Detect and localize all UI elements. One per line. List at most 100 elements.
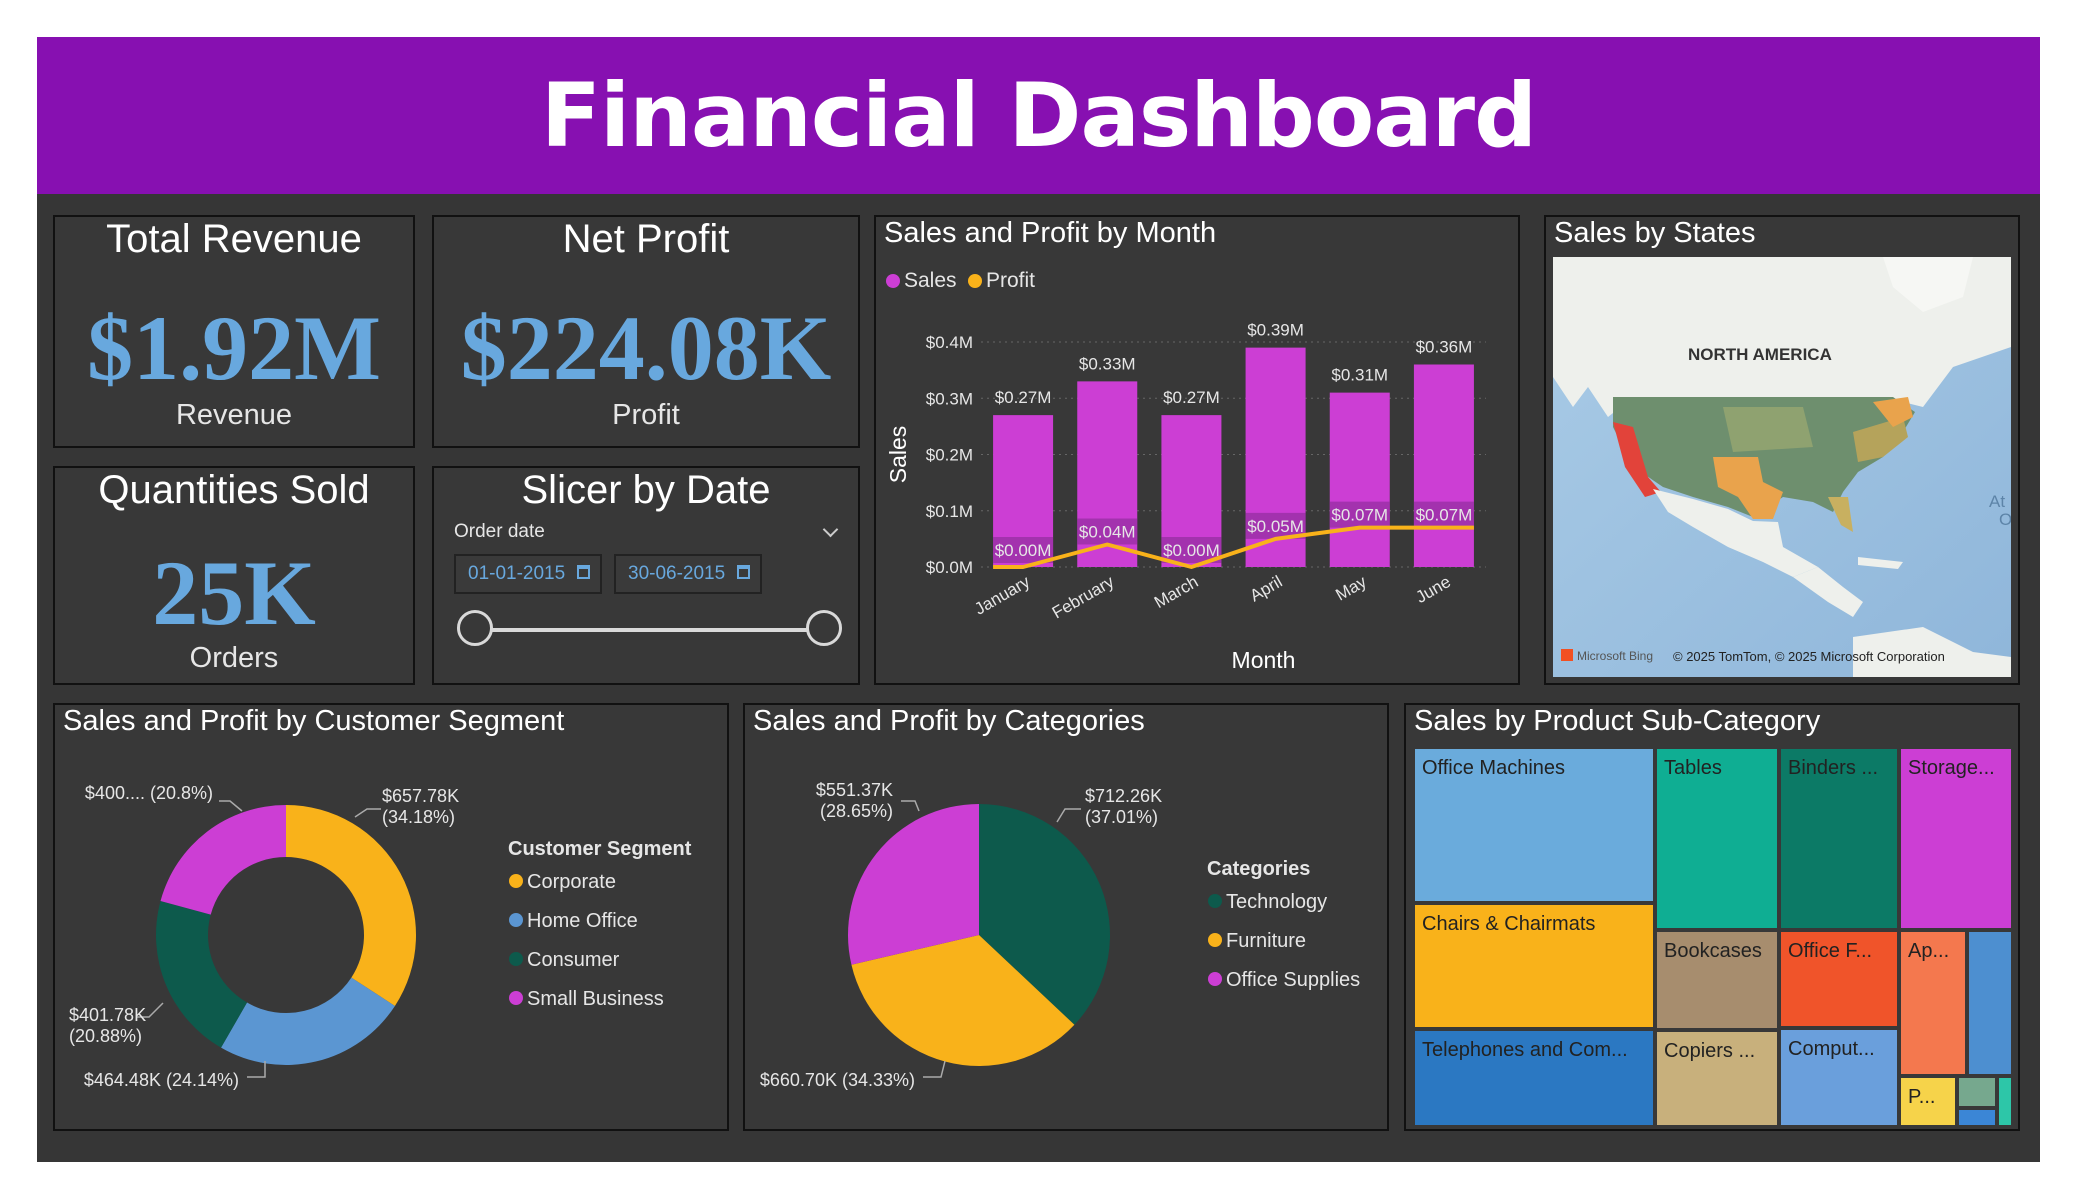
treemap-cell-label: Storage... [1908, 757, 1995, 779]
us-states-map[interactable]: NORTH AMERICA At O Microsoft Bing © 2025… [1553, 257, 2011, 677]
treemap-cell-label: Binders ... [1788, 757, 1879, 779]
x-tick-label: March [1151, 572, 1201, 612]
profit-data-label: $0.00M [1163, 541, 1220, 560]
treemap-cell[interactable] [1967, 930, 2013, 1076]
legend-entry: Corporate [527, 871, 616, 893]
leader-line [219, 800, 243, 812]
treemap-cell[interactable]: Telephones and Com... [1413, 1029, 1655, 1127]
pie-slice [160, 805, 286, 915]
sales-data-label: $0.36M [1416, 338, 1473, 357]
treemap-cell-label: Office F... [1788, 940, 1873, 962]
legend-entry: Home Office [527, 910, 638, 932]
treemap-cell[interactable]: Tables [1655, 747, 1779, 930]
sales-bar [1413, 364, 1474, 567]
legend-entry: Technology [1226, 891, 1327, 913]
continent-label: NORTH AMERICA [1688, 345, 1832, 364]
treemap-cell-label: Office Machines [1422, 757, 1566, 779]
leader-line [354, 808, 381, 818]
range-start-handle[interactable] [457, 610, 493, 646]
treemap-cell[interactable]: Comput... [1779, 1028, 1899, 1127]
chart-title: Sales by States [1554, 217, 1756, 249]
legend-dot [509, 991, 523, 1005]
state-midwest [1723, 407, 1813, 452]
treemap-cell[interactable] [1997, 1076, 2013, 1127]
chevron-down-icon[interactable] [822, 521, 839, 538]
subcategory-treemap[interactable]: Office Machines Chairs & Chairmats Telepho… [1413, 747, 2013, 1127]
kpi-value: 25K [152, 542, 316, 644]
end-date-value: 30-06-2015 [628, 563, 726, 584]
pie-slice [221, 977, 395, 1065]
kpi-label: Revenue [175, 399, 293, 431]
map-attribution-brand: Microsoft Bing [1577, 649, 1653, 663]
treemap-cell[interactable]: Binders ... [1779, 747, 1899, 930]
start-date-input[interactable]: 01-01-2015 [454, 554, 602, 594]
segment-donut-chart[interactable]: $657.78K(34.18%) $464.48K (24.14%) $401.78… [55, 705, 727, 1129]
net-profit-card[interactable]: Net Profit $224.08K Profit [432, 215, 860, 448]
treemap-cell-label: Copiers ... [1664, 1040, 1756, 1062]
slice-label: (34.18%) [382, 807, 455, 827]
legend-dot [509, 913, 523, 927]
slice-label: $551.37K [816, 780, 893, 800]
profit-data-label: $0.04M [1079, 523, 1136, 542]
calendar-icon[interactable] [577, 565, 590, 579]
categories-card[interactable]: Sales and Profit by Categories $712.26K(… [743, 703, 1389, 1131]
total-revenue-card[interactable]: Total Revenue $1.92M Revenue [53, 215, 415, 448]
treemap-cell[interactable]: Copiers ... [1655, 1030, 1779, 1127]
end-date-input[interactable]: 30-06-2015 [614, 554, 762, 594]
quantities-sold-card[interactable]: Quantities Sold 25K Orders [53, 466, 415, 685]
treemap-cell[interactable] [1957, 1076, 1997, 1108]
profit-data-label: $0.05M [1247, 517, 1304, 536]
subcategory-treemap-card[interactable]: Sales by Product Sub-Category Office Mac… [1404, 703, 2020, 1131]
treemap-cell[interactable]: Storage... [1899, 747, 2013, 930]
sales-data-label: $0.39M [1247, 321, 1304, 340]
date-range-track[interactable] [478, 628, 818, 632]
treemap-cell[interactable] [1957, 1108, 1997, 1127]
title-banner: Financial Dashboard [37, 37, 2040, 194]
month-chart-card[interactable]: Sales and Profit by Month Sales Profit $… [874, 215, 1520, 685]
y-tick-label: $0.1M [926, 502, 973, 521]
slice-label: $464.48K (24.14%) [84, 1070, 239, 1090]
treemap-cell-label: P... [1908, 1086, 1936, 1108]
slice-label: $401.78K [69, 1005, 146, 1025]
profit-line [993, 525, 1474, 569]
slice-label: $400.... (20.8%) [85, 783, 213, 803]
calendar-icon[interactable] [737, 565, 750, 579]
slice-label: (28.65%) [820, 801, 893, 821]
kpi-title: Total Revenue [106, 217, 362, 261]
x-axis-title: Month [1232, 647, 1296, 673]
legend-dot [1208, 933, 1222, 947]
leader-line [923, 1060, 946, 1078]
treemap-cell[interactable]: Chairs & Chairmats [1413, 903, 1655, 1029]
customer-segment-card[interactable]: Sales and Profit by Customer Segment $65… [53, 703, 729, 1131]
categories-pie-chart[interactable]: $712.26K(37.01%) $660.70K (34.33%) $551.37… [745, 705, 1387, 1129]
treemap-cell[interactable]: Office F... [1779, 930, 1899, 1028]
month-chart-plot[interactable]: $0.0M $0.1M $0.2M $0.3M $0.4M Sales Month $0.27… [876, 217, 1518, 683]
profit-data-label: $0.07M [1331, 506, 1388, 525]
treemap-cell-label: Bookcases [1664, 940, 1762, 962]
treemap-cell[interactable]: Office Machines [1413, 747, 1655, 903]
legend-dot [509, 874, 523, 888]
chart-title: Sales by Product Sub-Category [1414, 705, 1821, 737]
treemap-cell-label: Tables [1664, 757, 1722, 779]
map-card[interactable]: Sales by States NORTH AMERICA At O Micro… [1544, 215, 2020, 685]
slice-label: (20.88%) [69, 1026, 142, 1046]
y-axis-title: Sales [885, 426, 911, 484]
leader-line [247, 1061, 266, 1078]
kpi-label: Profit [612, 399, 680, 431]
date-slicer-card[interactable]: Slicer by Date Order date 01-01-2015 30-… [432, 466, 860, 685]
treemap-cell[interactable]: P... [1899, 1076, 1957, 1127]
slicer-field-label: Order date [454, 521, 545, 542]
leader-line [1056, 808, 1081, 823]
slice-label: (37.01%) [1085, 807, 1158, 827]
treemap-cell-label: Telephones and Com... [1422, 1039, 1628, 1061]
legend-entry: Small Business [527, 988, 664, 1010]
treemap-cell-label: Comput... [1788, 1038, 1875, 1060]
range-end-handle[interactable] [806, 610, 842, 646]
treemap-cell[interactable]: Bookcases [1655, 930, 1779, 1030]
treemap-cell[interactable]: Ap... [1899, 930, 1967, 1076]
legend-entry: Office Supplies [1226, 969, 1360, 991]
kpi-value: $224.08K [460, 297, 832, 399]
kpi-title: Net Profit [562, 217, 730, 261]
x-tick-label: May [1332, 572, 1370, 605]
dashboard-title: Financial Dashboard [540, 64, 1537, 167]
